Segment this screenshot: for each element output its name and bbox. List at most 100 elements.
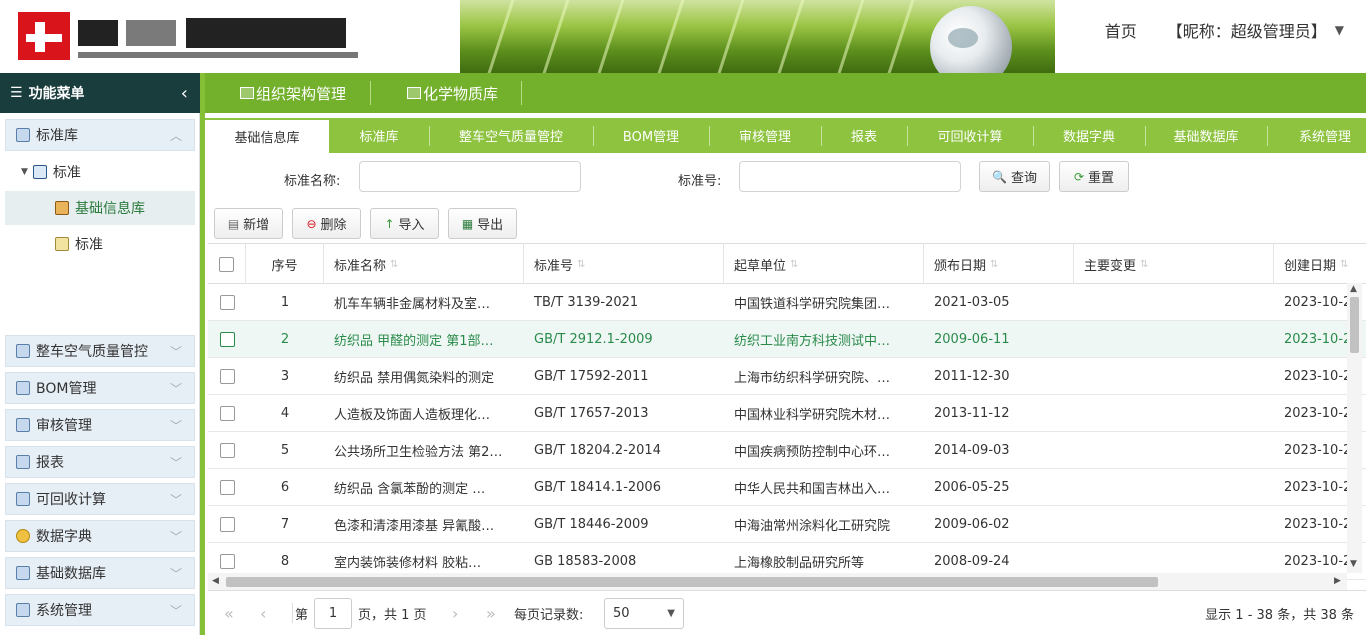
sidebar-section-report[interactable]: 报表 ﹀	[5, 446, 195, 478]
user-menu[interactable]: 【昵称：超级管理员】	[1167, 18, 1327, 42]
row-checkbox[interactable]	[219, 295, 235, 310]
subtab-system[interactable]: 系统管理	[1267, 118, 1366, 153]
row-checkbox[interactable]	[219, 480, 235, 495]
sidebar-section-standard-library[interactable]: 标准库 ︿	[5, 119, 195, 151]
cell-change	[1074, 321, 1274, 358]
col-header-name[interactable]: 标准名称 ⇅	[324, 244, 524, 284]
chevron-down-icon[interactable]: ▼	[1335, 23, 1344, 37]
subtab-vehicle-air[interactable]: 整车空气质量管控	[429, 118, 593, 153]
subtab-standard-library[interactable]: 标准库	[329, 118, 429, 153]
subtab-report[interactable]: 报表	[821, 118, 907, 153]
table-row[interactable]: 1 机车车辆非金属材料及室… TB/T 3139-2021 中国铁道科学研究院集团… 2…	[208, 284, 1366, 321]
standard-code-input[interactable]	[739, 161, 961, 192]
vertical-scroll-thumb[interactable]	[1350, 297, 1359, 353]
table-row[interactable]: 3 纺织品 禁用偶氮染料的测定 GB/T 17592-2011 上海市纺织科学研究院、…	[208, 358, 1366, 395]
subtab-bom[interactable]: BOM管理	[593, 118, 709, 153]
col-header-created[interactable]: 创建日期 ⇅	[1274, 244, 1366, 284]
delete-button[interactable]: ⊖ 删除	[292, 208, 361, 239]
cell-code: GB/T 2912.1-2009	[534, 332, 653, 347]
sidebar-section-bom[interactable]: BOM管理 ﹀	[5, 372, 195, 404]
settings-icon	[16, 603, 30, 617]
table-row[interactable]: 2 纺织品 甲醛的测定 第1部… GB/T 2912.1-2009 纺织工业南方科技测…	[208, 321, 1366, 358]
tree-node-basic-info[interactable]: 基础信息库	[5, 191, 195, 225]
refresh-icon: ⟳	[1073, 169, 1085, 184]
cell-name: 人造板及饰面人造板理化…	[334, 408, 491, 423]
table-row[interactable]: 4 人造板及饰面人造板理化… GB/T 17657-2013 中国林业科学研究院木材……	[208, 395, 1366, 432]
add-button[interactable]: ▤ 新增	[214, 208, 283, 239]
tree-node-standard[interactable]: ▼ 标准	[5, 155, 195, 189]
subtab-dictionary[interactable]: 数据字典	[1033, 118, 1145, 153]
scroll-up-icon[interactable]: ▲	[1350, 284, 1357, 294]
horizontal-scrollbar[interactable]: ◀ ▶	[208, 573, 1347, 590]
tab-chemical-library[interactable]: 化学物质库	[397, 73, 508, 113]
table-row[interactable]: 6 纺织品 含氯苯酚的测定 … GB/T 18414.1-2006 中华人民共和国吉林…	[208, 469, 1366, 506]
chevron-up-icon: ︿	[169, 128, 182, 143]
row-checkbox[interactable]	[219, 554, 235, 569]
tree-node-standard-child[interactable]: 标准	[5, 227, 195, 261]
sidebar-section-system[interactable]: 系统管理 ﹀	[5, 594, 195, 626]
query-button[interactable]: 🔍 查询	[979, 161, 1050, 192]
reset-button[interactable]: ⟳ 重置	[1059, 161, 1129, 192]
col-header-unit[interactable]: 起草单位 ⇅	[724, 244, 924, 284]
subtab-review[interactable]: 审核管理	[709, 118, 821, 153]
cell-no: 2	[280, 332, 290, 347]
scroll-right-icon[interactable]: ▶	[1334, 576, 1341, 586]
sidebar-title: 功能菜单	[28, 86, 85, 102]
module-tab-bar: 组织架构管理 化学物质库	[200, 73, 1366, 113]
per-page-select[interactable]: 50 ▼	[604, 598, 684, 629]
row-checkbox[interactable]	[219, 443, 235, 458]
sidebar-section-base-data[interactable]: 基础数据库 ﹀	[5, 557, 195, 589]
select-all-cell	[208, 244, 246, 284]
col-header-no[interactable]: 序号	[246, 244, 324, 284]
table-row[interactable]: 7 色漆和清漆用漆基 异氰酸… GB/T 18446-2009 中海油常州涂料化工研究…	[208, 506, 1366, 543]
first-page-icon[interactable]: «	[224, 591, 234, 636]
logo-mark	[18, 12, 70, 60]
sort-icon: ⇅	[990, 258, 999, 270]
row-checkbox[interactable]	[219, 517, 235, 532]
sidebar-section-recycle[interactable]: 可回收计算 ﹀	[5, 483, 195, 515]
logo-title-blur	[186, 18, 346, 48]
tab-org-structure[interactable]: 组织架构管理	[230, 73, 356, 113]
row-checkbox[interactable]	[219, 332, 235, 347]
cell-code: GB/T 18414.1-2006	[534, 480, 661, 495]
page-number-input[interactable]: 1	[314, 598, 352, 629]
scroll-left-icon[interactable]: ◀	[212, 576, 219, 586]
cell-no: 3	[280, 369, 290, 384]
sidebar-section-dictionary[interactable]: 数据字典 ﹀	[5, 520, 195, 552]
import-button[interactable]: ↑ 导入	[370, 208, 439, 239]
triangle-down-icon: ▼	[21, 167, 28, 177]
search-icon: 🔍	[992, 169, 1007, 184]
col-header-date[interactable]: 颁布日期 ⇅	[924, 244, 1074, 284]
app-header: 首页 【昵称：超级管理员】 ▼	[0, 0, 1366, 73]
sidebar-collapse-icon[interactable]: ‹	[181, 83, 188, 104]
row-checkbox[interactable]	[219, 369, 235, 384]
sidebar-section-vehicle-air[interactable]: 整车空气质量管控 ﹀	[5, 335, 195, 367]
horizontal-scroll-thumb[interactable]	[226, 577, 1158, 587]
select-all-checkbox[interactable]	[219, 256, 234, 272]
standard-code-label: 标准号:	[678, 174, 722, 189]
ledger-icon	[55, 201, 69, 215]
subtab-base-data[interactable]: 基础数据库	[1145, 118, 1267, 153]
next-page-icon[interactable]: ›	[452, 591, 458, 636]
scroll-down-icon[interactable]: ▼	[1350, 559, 1357, 569]
logo-title-blur	[126, 20, 176, 46]
last-page-icon[interactable]: »	[486, 591, 496, 636]
cell-name: 纺织品 禁用偶氮染料的测定	[334, 371, 495, 386]
open-book-icon	[32, 165, 47, 179]
sidebar-section-review[interactable]: 审核管理 ﹀	[5, 409, 195, 441]
prev-page-icon[interactable]: ‹	[260, 591, 266, 636]
export-button[interactable]: ▦ 导出	[448, 208, 517, 239]
table-row[interactable]: 5 公共场所卫生检验方法 第2… GB/T 18204.2-2014 中国疾病预防控制…	[208, 432, 1366, 469]
subtab-basic-info[interactable]: 基础信息库	[205, 118, 329, 153]
subtab-recycle[interactable]: 可回收计算	[907, 118, 1033, 153]
home-link[interactable]: 首页	[1105, 18, 1137, 42]
standard-name-input[interactable]	[359, 161, 581, 192]
sidebar-header: ☰ 功能菜单 ‹	[0, 73, 200, 113]
col-header-code[interactable]: 标准号 ⇅	[524, 244, 724, 284]
col-header-change[interactable]: 主要变更 ⇅	[1074, 244, 1274, 284]
row-checkbox[interactable]	[219, 406, 235, 421]
report-icon	[16, 455, 30, 469]
globe-image	[930, 6, 1012, 73]
cell-no: 1	[280, 295, 290, 310]
vertical-scrollbar[interactable]: ▲ ▼	[1347, 283, 1362, 573]
